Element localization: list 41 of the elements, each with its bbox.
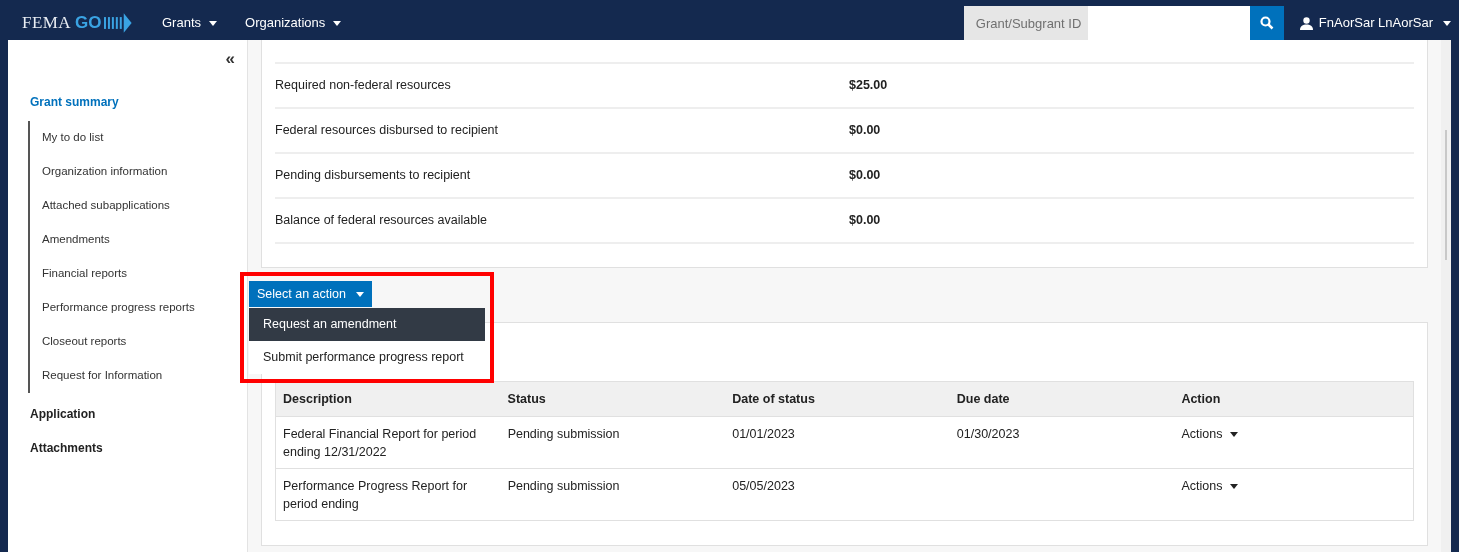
nav-menu[interactable]: Organizations (245, 13, 342, 33)
search-field[interactable]: Grant/Subgrant ID (963, 6, 1250, 40)
sidebar-subitem[interactable]: Performance progress reports (30, 291, 247, 325)
menu-item[interactable]: Request an amendment (249, 308, 485, 341)
resource-label: Balance of federal resources available (275, 212, 488, 230)
column-header: Action (1181, 390, 1222, 408)
table-cell-text: Performance Progress Report for period ending (283, 478, 469, 512)
sidebar-subitem[interactable]: Closeout reports (30, 325, 247, 359)
sidebar-subitem[interactable]: Amendments (30, 223, 247, 257)
column-header: Date of status (732, 390, 816, 408)
resource-label: Pending disbursements to recipient (275, 167, 472, 185)
column-header: Description (283, 390, 353, 408)
resource-label: Federal resources disbursed to recipient (275, 122, 500, 140)
action-dropdown[interactable]: Select an action (249, 281, 372, 307)
user-menu[interactable]: FnAorSar LnAorSar (1299, 13, 1451, 33)
resource-value: $0.00 (849, 212, 881, 230)
sidebar-item[interactable]: Grant summary (30, 85, 247, 119)
sidebar-subitem[interactable]: Request for Information (30, 359, 247, 393)
column-header: Due date (956, 390, 1011, 408)
nav-menu[interactable]: Grants (162, 13, 217, 33)
table-cell-text: 05/05/2023 (732, 478, 796, 495)
actions-dropdown[interactable]: Actions (1181, 477, 1239, 495)
actions-dropdown[interactable]: Actions (1181, 425, 1239, 443)
sidebar-item[interactable]: Attachments (30, 431, 247, 465)
resource-value: $25.00 (849, 77, 888, 95)
logo[interactable]: FEMA GO (22, 10, 134, 36)
sidebar-item[interactable]: Application (30, 397, 247, 431)
sidebar-subitem[interactable]: Financial reports (30, 257, 247, 291)
sidebar-subitem[interactable]: My to do list (30, 121, 247, 155)
table-cell: 01/30/2023 (956, 427, 1020, 441)
table-cell-text: Pending submission (507, 478, 621, 495)
column-header: Status (507, 390, 547, 408)
sidebar-subitem[interactable]: Organization information (30, 155, 247, 189)
sidebar-subitem[interactable]: Attached subapplications (30, 189, 247, 223)
resource-value: $0.00 (849, 122, 881, 140)
table-cell-text: Pending submission (507, 426, 621, 443)
table-cell-text: 01/01/2023 (732, 426, 796, 443)
table-cell-text: Federal Financial Report for period ending 12/31/2022 (283, 426, 478, 460)
resource-label: Required non-federal resources (275, 77, 452, 95)
collapse-button[interactable]: « (225, 50, 235, 67)
resource-value: $0.00 (849, 167, 881, 185)
